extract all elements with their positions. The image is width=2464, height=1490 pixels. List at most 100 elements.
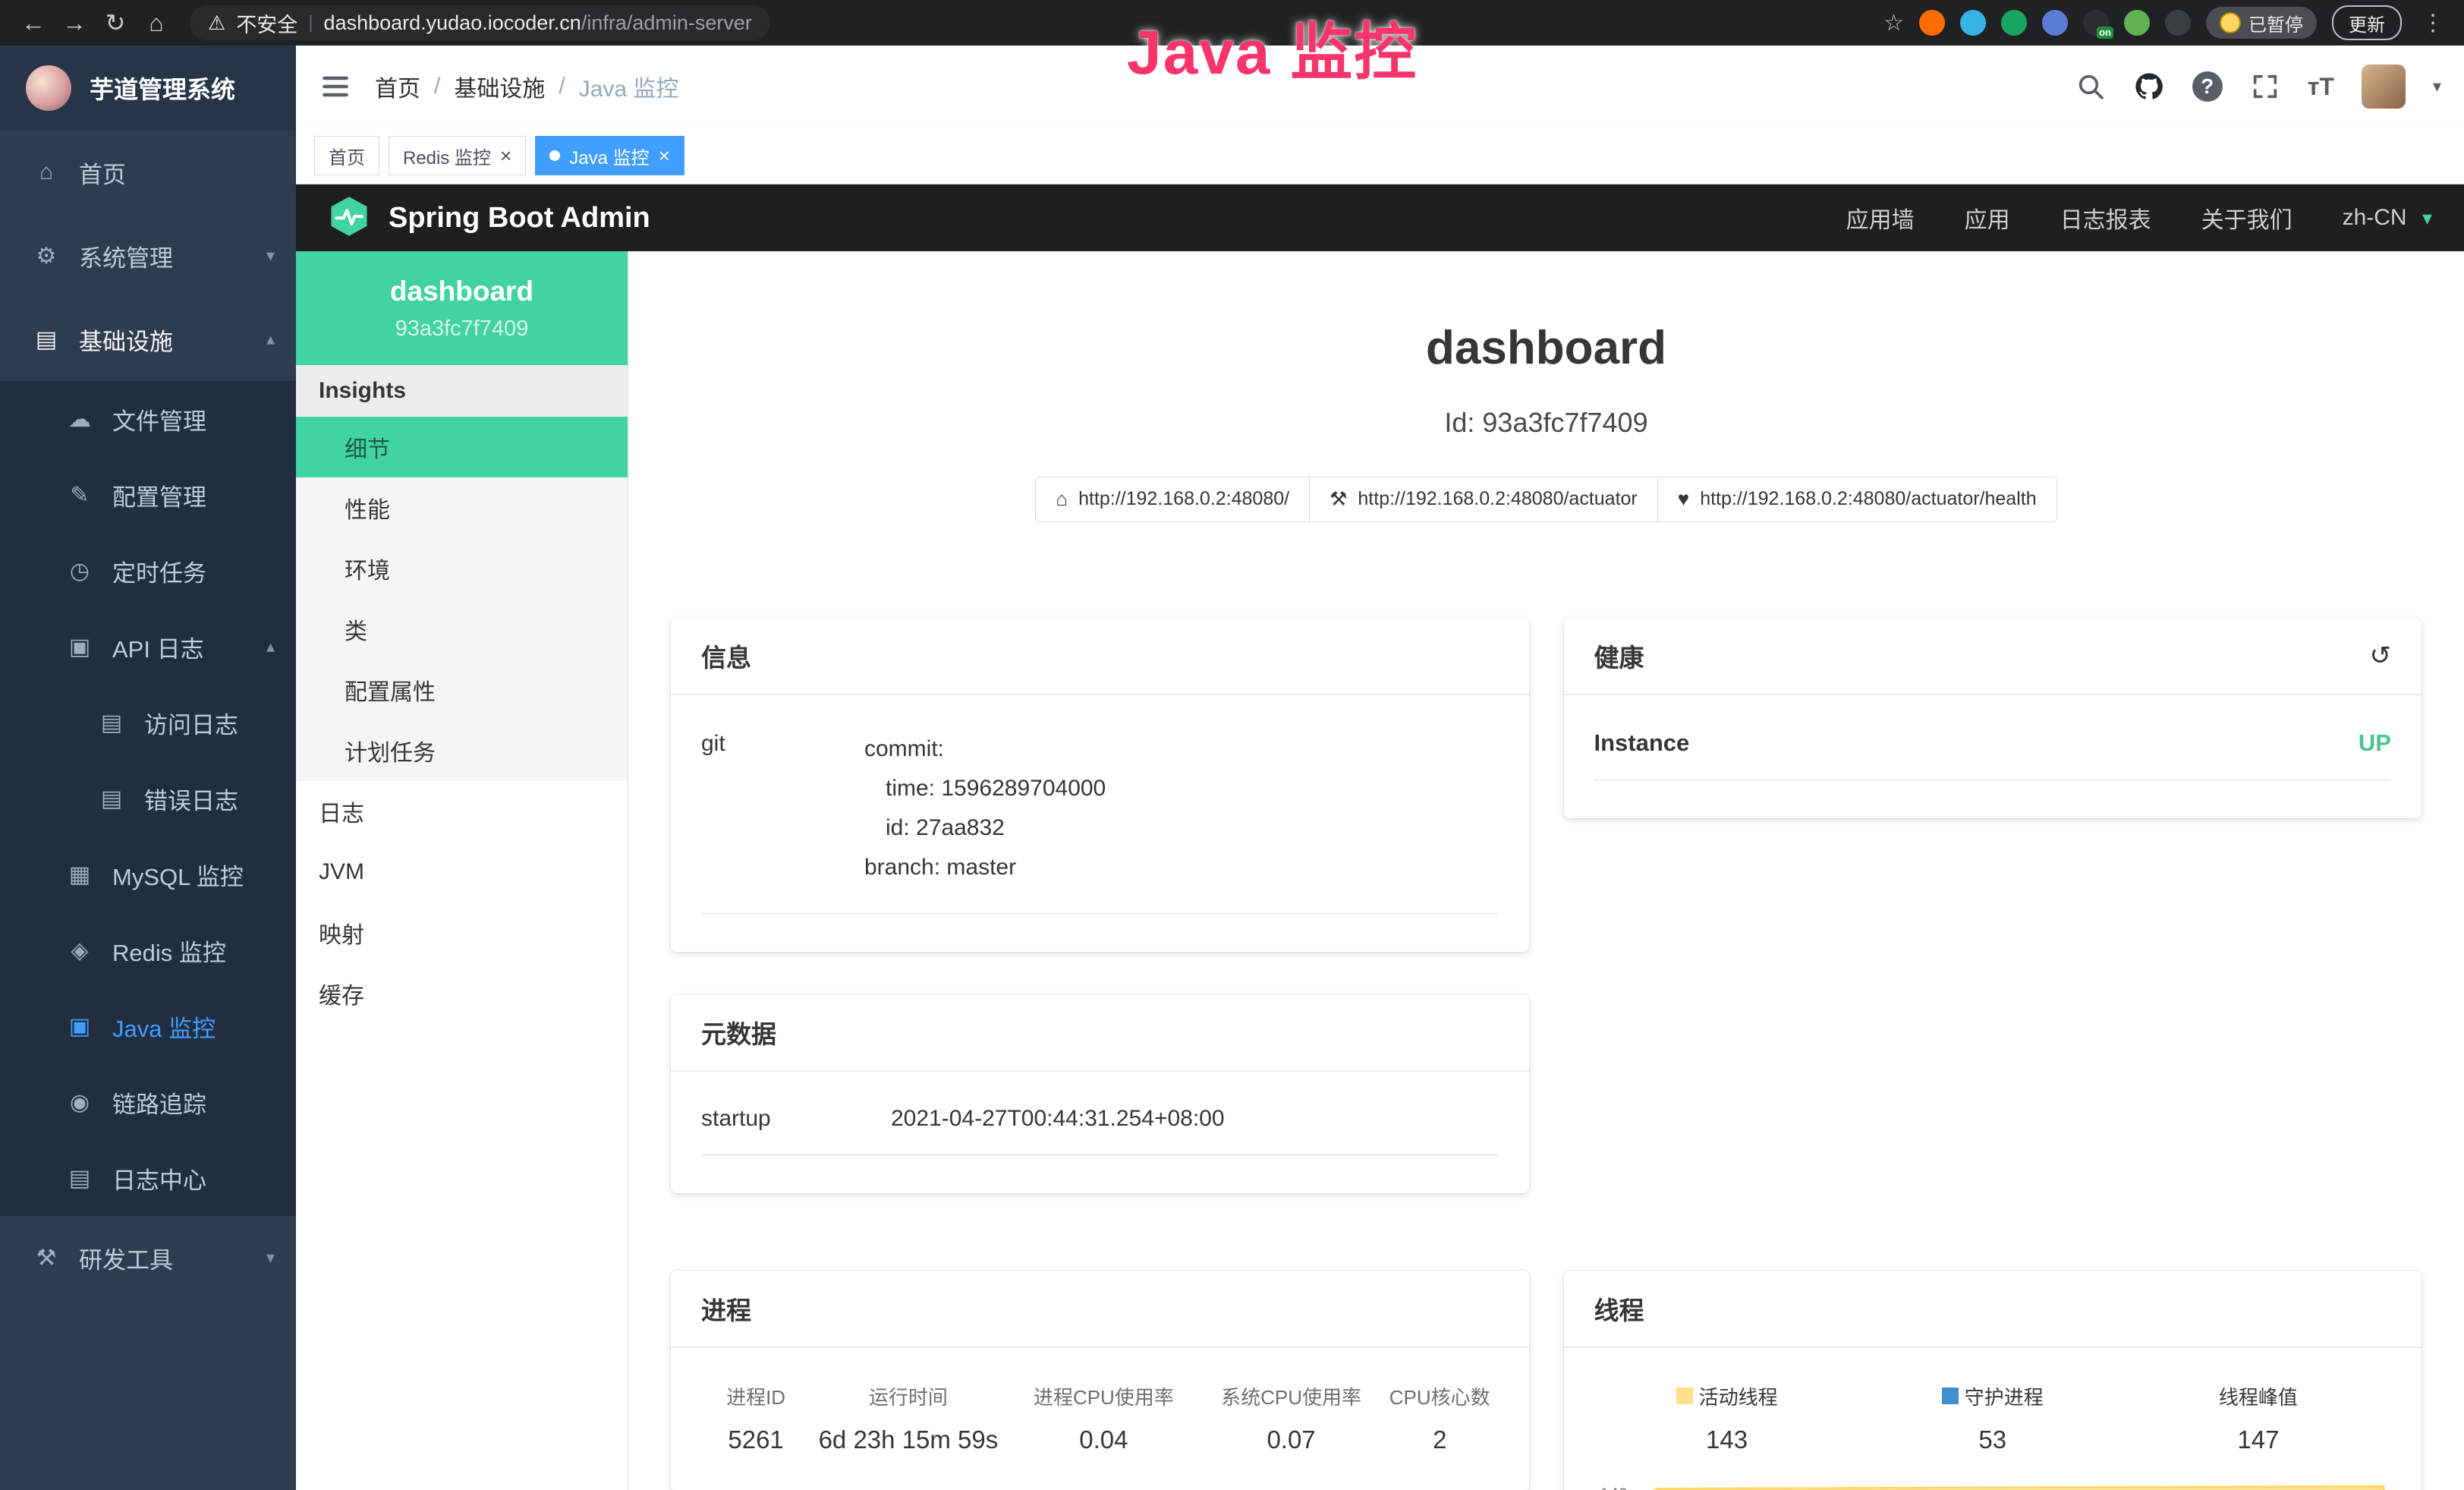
insights-item-classes[interactable]: 类	[296, 599, 628, 660]
edit-icon: ✎	[64, 482, 96, 509]
instance-item-mappings[interactable]: 映射	[296, 903, 628, 963]
app-title: 芋道管理系统	[90, 71, 235, 106]
sba-locale-select[interactable]: zh-CN ▾	[2343, 205, 2432, 231]
sidebar-item-label: 访问日志	[144, 706, 238, 740]
sidebar-item-file-management[interactable]: ☁ 文件管理	[0, 381, 296, 457]
address-bar[interactable]: ⚠ 不安全 | dashboard.yudao.iocoder.cn/infra…	[190, 5, 770, 40]
actuator-url-button[interactable]: ⚒ http://192.168.0.2:48080/actuator	[1309, 477, 1658, 522]
sidebar-item-system[interactable]: ⚙ 系统管理 ▾	[0, 214, 296, 298]
legend-swatch-yellow	[1676, 1388, 1693, 1404]
health-url-button[interactable]: ♥ http://192.168.0.2:48080/actuator/heal…	[1657, 477, 2057, 522]
sidebar-item-trace[interactable]: ◉ 链路追踪	[0, 1064, 296, 1140]
browser-menu-icon[interactable]: ⋮	[2417, 10, 2449, 36]
layers-icon: ◈	[64, 937, 96, 964]
breadcrumb-infrastructure[interactable]: 基础设施	[454, 70, 545, 103]
extension-icon[interactable]	[1919, 10, 1945, 36]
sidebar-item-java-monitor[interactable]: ▣ Java 监控	[0, 988, 296, 1064]
process-col-value: 5261	[701, 1425, 810, 1454]
sidebar-item-error-logs[interactable]: ▤ 错误日志	[0, 761, 296, 836]
sidebar-item-label: 错误日志	[144, 782, 238, 816]
sba-nav-about[interactable]: 关于我们	[2201, 201, 2292, 235]
tab-home[interactable]: 首页	[314, 136, 379, 175]
process-col-pid: 进程ID 5261	[701, 1382, 810, 1454]
sba-brand[interactable]: Spring Boot Admin	[389, 202, 650, 235]
breadcrumb-separator: /	[559, 74, 565, 99]
github-icon[interactable]	[2133, 71, 2165, 102]
process-table: 进程ID 5261 运行时间 6d 23h 15m 59s 进程CPU使用率	[701, 1382, 1499, 1454]
sidebar-item-label: Java 监控	[112, 1010, 216, 1044]
sidebar-item-redis-monitor[interactable]: ◈ Redis 监控	[0, 912, 296, 988]
back-icon[interactable]: ←	[15, 0, 52, 46]
instance-item-jvm[interactable]: JVM	[296, 842, 628, 903]
sba-nav-journal[interactable]: 日志报表	[2060, 201, 2151, 235]
extension-icon[interactable]	[2042, 10, 2068, 36]
security-label[interactable]: 不安全	[236, 8, 297, 38]
sidebar-item-access-logs[interactable]: ▤ 访问日志	[0, 685, 296, 761]
sba-nav-applications[interactable]: 应用	[1965, 201, 2010, 235]
threads-area-chart: 140 120 100	[1594, 1477, 2392, 1490]
instance-sidebar: dashboard 93a3fc7f7409 Insights 细节 性能 环境…	[296, 251, 628, 1490]
app-logo[interactable]: 芋道管理系统	[0, 46, 296, 131]
insights-section-label: Insights	[296, 365, 628, 417]
help-icon[interactable]: ?	[2192, 71, 2223, 102]
annotation-overlay: Java 监控	[1127, 2, 1418, 92]
home-icon: ⌂	[1056, 487, 1068, 511]
process-col-value: 0.07	[1201, 1425, 1381, 1454]
extension-icon[interactable]	[1960, 10, 1986, 36]
reload-icon[interactable]: ↻	[97, 0, 134, 46]
instance-links: ⌂ http://192.168.0.2:48080/ ⚒ http://192…	[671, 477, 2422, 522]
screen: ← → ↻ ⌂ ⚠ 不安全 | dashboard.yudao.iocoder.…	[0, 0, 2464, 1490]
instance-header: dashboard 93a3fc7f7409	[296, 251, 628, 365]
extension-icon[interactable]	[2124, 10, 2150, 36]
sidebar-item-mysql-monitor[interactable]: ▦ MySQL 监控	[0, 836, 296, 912]
tab-redis-monitor[interactable]: Redis 监控 ×	[389, 136, 526, 175]
sidebar-item-api-logs[interactable]: ▣ API 日志 ▴	[0, 609, 296, 685]
browser-home-icon[interactable]: ⌂	[138, 0, 175, 46]
sidebar-item-log-center[interactable]: ▤ 日志中心	[0, 1140, 296, 1216]
update-button[interactable]: 更新	[2332, 5, 2402, 40]
threads-legend: 活动线程 143 守护进程 53 线程峰值 14	[1594, 1382, 2392, 1454]
logo-avatar	[26, 65, 71, 111]
service-url-button[interactable]: ⌂ http://192.168.0.2:48080/	[1035, 477, 1310, 522]
insights-item-details[interactable]: 细节	[296, 417, 628, 477]
insights-item-scheduled-tasks[interactable]: 计划任务	[296, 720, 628, 781]
hamburger-icon[interactable]	[319, 70, 352, 103]
breadcrumb-home[interactable]: 首页	[375, 70, 420, 103]
font-size-icon[interactable]: тT	[2308, 73, 2334, 101]
legend-value: 143	[1594, 1425, 1860, 1454]
insights-item-metrics[interactable]: 性能	[296, 477, 628, 538]
health-instance-row[interactable]: Instance UP	[1594, 729, 2392, 780]
close-icon[interactable]: ×	[659, 146, 670, 165]
sidebar-item-dev-tools[interactable]: ⚒ 研发工具 ▾	[0, 1216, 296, 1299]
search-icon[interactable]	[2075, 71, 2106, 102]
extension-icon[interactable]	[2165, 10, 2191, 36]
profile-paused-chip[interactable]: 已暂停	[2206, 7, 2317, 39]
chevron-up-icon: ▴	[266, 329, 275, 349]
insights-item-environment[interactable]: 环境	[296, 538, 628, 599]
tab-java-monitor[interactable]: Java 监控 ×	[535, 136, 684, 175]
instance-item-logs[interactable]: 日志	[296, 781, 628, 842]
sidebar-item-home[interactable]: ⌂ 首页	[0, 131, 296, 214]
fullscreen-icon[interactable]	[2250, 71, 2280, 102]
sba-header: Spring Boot Admin 应用墙 应用 日志报表 关于我们 zh-CN…	[296, 184, 2464, 251]
history-icon[interactable]: ↺	[2370, 641, 2392, 671]
sidebar-item-infrastructure[interactable]: ▤ 基础设施 ▴	[0, 298, 296, 381]
sidebar-item-scheduled-tasks[interactable]: ◷ 定时任务	[0, 533, 296, 609]
bookmark-star-icon[interactable]: ☆	[1883, 10, 1904, 36]
sidebar-item-label: Redis 监控	[112, 934, 226, 968]
sidebar-item-config-management[interactable]: ✎ 配置管理	[0, 457, 296, 533]
extension-icon[interactable]	[2001, 10, 2027, 36]
process-col-uptime: 运行时间 6d 23h 15m 59s	[810, 1382, 1005, 1454]
gear-icon: ⚙	[30, 243, 62, 269]
insights-item-config-props[interactable]: 配置属性	[296, 660, 628, 720]
process-col-value: 6d 23h 15m 59s	[810, 1425, 1005, 1454]
forward-icon[interactable]: →	[56, 0, 93, 46]
close-icon[interactable]: ×	[500, 146, 511, 165]
user-avatar[interactable]	[2362, 65, 2406, 109]
instance-id: 93a3fc7f7409	[395, 317, 529, 342]
avatar-caret-icon[interactable]: ▾	[2433, 77, 2441, 96]
sba-nav-wallboard[interactable]: 应用墙	[1846, 201, 1915, 235]
profile-avatar-icon	[2220, 12, 2241, 33]
instance-item-caches[interactable]: 缓存	[296, 963, 628, 1024]
extension-icon[interactable]: on	[2083, 10, 2109, 36]
